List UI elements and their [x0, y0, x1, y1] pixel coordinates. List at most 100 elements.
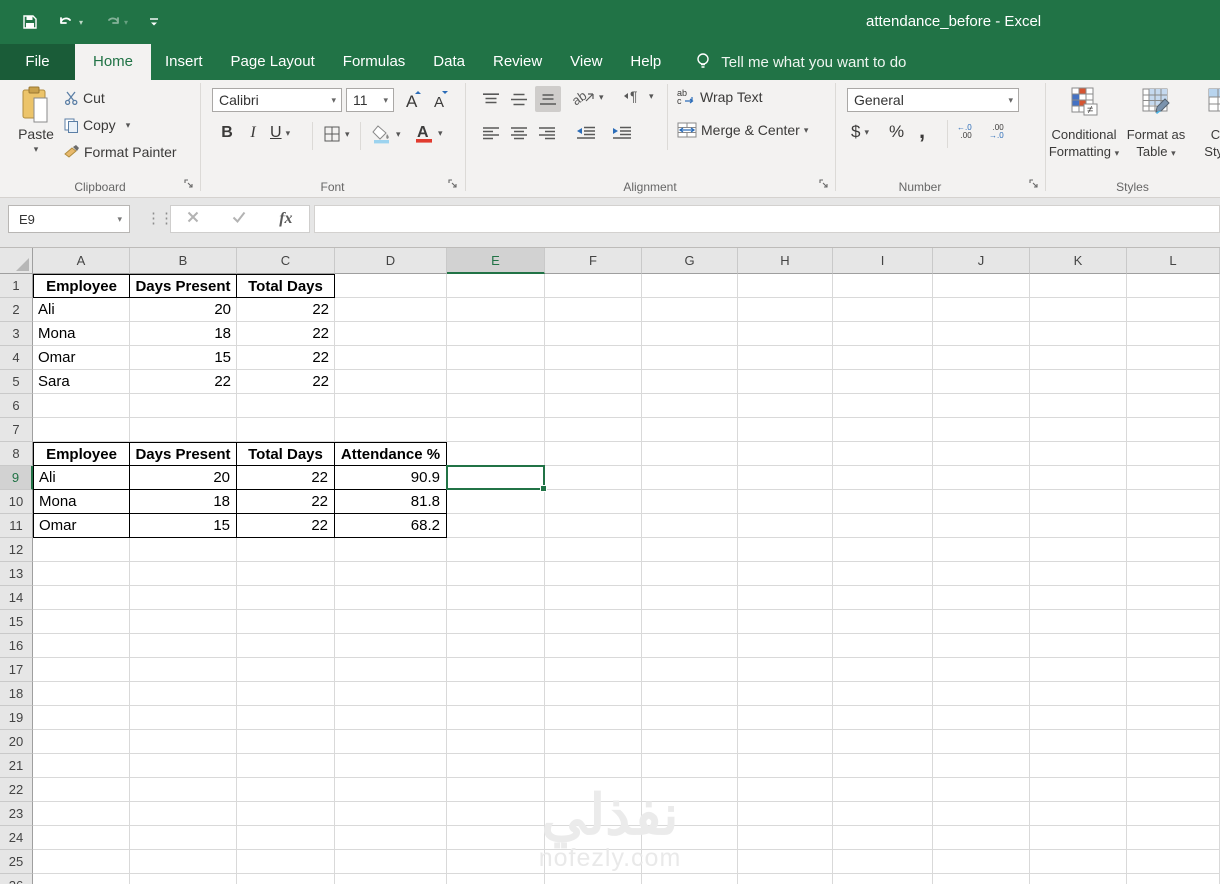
tab-home[interactable]: Home	[75, 44, 152, 80]
cell-A4[interactable]: Omar	[33, 346, 130, 370]
font-color-dropdown-icon[interactable]: ▾	[438, 128, 443, 139]
orientation-dropdown-icon[interactable]: ▾	[599, 92, 604, 103]
row-header-4[interactable]: 4	[0, 346, 33, 370]
font-size-dropdown-icon[interactable]: ▾	[378, 95, 393, 106]
column-header-G[interactable]: G	[642, 248, 738, 274]
tab-formulas[interactable]: Formulas	[329, 44, 420, 80]
cell-D8[interactable]: Attendance %	[335, 442, 447, 466]
accounting-format-button[interactable]: $ ▾	[851, 122, 869, 142]
row-header-16[interactable]: 16	[0, 634, 33, 658]
row-header-13[interactable]: 13	[0, 562, 33, 586]
column-header-B[interactable]: B	[130, 248, 237, 274]
row-header-9[interactable]: 9	[0, 466, 33, 490]
row-header-5[interactable]: 5	[0, 370, 33, 394]
cell-C10[interactable]: 22	[237, 490, 335, 514]
font-size-combo[interactable]: 11 ▾	[346, 88, 394, 112]
cell-C4[interactable]: 22	[237, 346, 335, 370]
decrease-font-size-button[interactable]: A	[432, 88, 452, 110]
row-header-12[interactable]: 12	[0, 538, 33, 562]
number-format-combo[interactable]: General ▾	[847, 88, 1019, 112]
borders-button[interactable]: ▾	[324, 126, 350, 143]
borders-dropdown-icon[interactable]: ▾	[345, 129, 350, 140]
percent-style-button[interactable]: %	[889, 122, 904, 142]
cell-A8[interactable]: Employee	[33, 442, 130, 466]
selected-cell-E9[interactable]	[446, 465, 547, 492]
fill-handle[interactable]	[540, 485, 547, 492]
cell-C8[interactable]: Total Days	[237, 442, 335, 466]
wrap-text-button[interactable]: ab c Wrap Text	[677, 88, 763, 105]
increase-font-size-button[interactable]: A	[404, 88, 424, 110]
paste-dropdown-icon[interactable]: ▾	[34, 144, 39, 155]
enter-icon[interactable]	[232, 210, 246, 228]
cell-B2[interactable]: 20	[130, 298, 237, 322]
select-all-corner[interactable]	[0, 248, 33, 274]
row-header-15[interactable]: 15	[0, 610, 33, 634]
underline-button[interactable]: U ▾	[270, 124, 290, 142]
cell-A9[interactable]: Ali	[33, 466, 130, 490]
merge-center-button[interactable]: Merge & Center ▾	[677, 122, 808, 138]
paste-button[interactable]: Paste ▾	[10, 86, 62, 155]
row-header-3[interactable]: 3	[0, 322, 33, 346]
format-painter-button[interactable]: Format Painter	[64, 144, 177, 160]
format-as-table-button[interactable]: Format as Table ▾	[1125, 84, 1187, 162]
row-header-25[interactable]: 25	[0, 850, 33, 874]
tab-page-layout[interactable]: Page Layout	[217, 44, 329, 80]
formula-bar-handle[interactable]: ⋮⋮	[146, 209, 174, 227]
row-header-26[interactable]: 26	[0, 874, 33, 884]
tab-file[interactable]: File	[0, 44, 75, 80]
text-direction-button[interactable]: ¶ ▾	[623, 88, 654, 104]
align-center-button[interactable]	[507, 122, 531, 144]
row-header-18[interactable]: 18	[0, 682, 33, 706]
cell-A2[interactable]: Ali	[33, 298, 130, 322]
row-header-20[interactable]: 20	[0, 730, 33, 754]
row-header-6[interactable]: 6	[0, 394, 33, 418]
tab-help[interactable]: Help	[616, 44, 675, 80]
column-header-H[interactable]: H	[738, 248, 833, 274]
column-header-I[interactable]: I	[833, 248, 933, 274]
column-header-K[interactable]: K	[1030, 248, 1127, 274]
grid-canvas[interactable]: Employee Days Present Total Days Ali 20 22 Mon…	[33, 274, 1220, 884]
insert-function-icon[interactable]: fx	[279, 210, 292, 228]
row-header-7[interactable]: 7	[0, 418, 33, 442]
cell-D11[interactable]: 68.2	[335, 514, 447, 538]
undo-button[interactable]: ▾	[58, 14, 83, 30]
customize-quick-access-button[interactable]	[148, 16, 160, 28]
cell-C5[interactable]: 22	[237, 370, 335, 394]
text-direction-dropdown-icon[interactable]: ▾	[649, 91, 654, 102]
font-dialog-launcher[interactable]	[448, 176, 458, 192]
row-header-22[interactable]: 22	[0, 778, 33, 802]
cell-B11[interactable]: 15	[130, 514, 237, 538]
cell-C1[interactable]: Total Days	[237, 274, 335, 298]
font-name-dropdown-icon[interactable]: ▾	[326, 95, 341, 106]
copy-button[interactable]: Copy ▾	[64, 117, 130, 133]
clipboard-dialog-launcher[interactable]	[184, 176, 194, 192]
row-header-19[interactable]: 19	[0, 706, 33, 730]
column-header-F[interactable]: F	[545, 248, 642, 274]
number-format-dropdown-icon[interactable]: ▾	[1003, 95, 1018, 106]
bottom-align-button[interactable]	[535, 86, 561, 112]
tell-me-box[interactable]: Tell me what you want to do	[695, 44, 906, 80]
cell-D9[interactable]: 90.9	[335, 466, 447, 490]
row-header-10[interactable]: 10	[0, 490, 33, 514]
font-name-combo[interactable]: Calibri ▾	[212, 88, 342, 112]
merge-center-dropdown-icon[interactable]: ▾	[804, 125, 809, 136]
row-header-11[interactable]: 11	[0, 514, 33, 538]
name-box-dropdown-icon[interactable]: ▾	[117, 214, 129, 225]
cell-A10[interactable]: Mona	[33, 490, 130, 514]
conditional-formatting-button[interactable]: ≠ Conditional Formatting ▾	[1047, 84, 1121, 162]
column-header-C[interactable]: C	[237, 248, 335, 274]
cell-A11[interactable]: Omar	[33, 514, 130, 538]
cell-B4[interactable]: 15	[130, 346, 237, 370]
tab-data[interactable]: Data	[419, 44, 479, 80]
cell-A1[interactable]: Employee	[33, 274, 130, 298]
cell-B5[interactable]: 22	[130, 370, 237, 394]
cell-B10[interactable]: 18	[130, 490, 237, 514]
accounting-dropdown-icon[interactable]: ▾	[864, 127, 869, 138]
row-header-1[interactable]: 1	[0, 274, 33, 298]
formula-input[interactable]	[314, 205, 1220, 233]
increase-decimal-button[interactable]: ←.0 .00	[957, 124, 972, 140]
undo-dropdown-icon[interactable]: ▾	[79, 18, 83, 27]
cell-C2[interactable]: 22	[237, 298, 335, 322]
row-header-8[interactable]: 8	[0, 442, 33, 466]
top-align-button[interactable]	[479, 88, 503, 110]
